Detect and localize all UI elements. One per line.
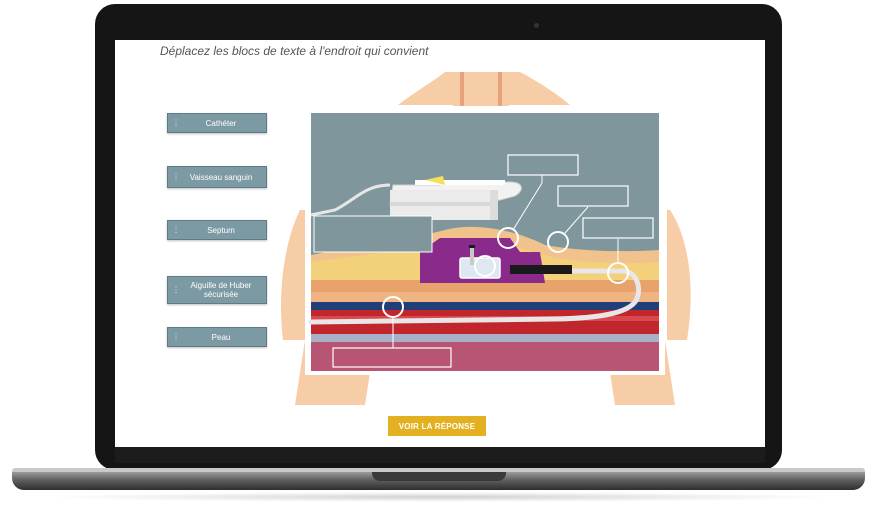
port-diagram [280,72,691,405]
drag-label-text: Cathéter [205,118,237,128]
reveal-answer-button[interactable]: VOIR LA RÉPONSE [388,416,486,436]
arm-left [280,210,305,340]
vertical-dots-icon: ⋮ [172,285,180,295]
app-screen: Déplacez les blocs de texte à l'endroit … [115,40,765,447]
drag-label-skin[interactable]: ⋮ Peau [167,327,267,347]
drag-label-text: Vaisseau sanguin [189,172,253,182]
shoulder-right [507,72,570,105]
drag-label-vessel[interactable]: ⋮ Vaisseau sanguin [167,166,267,188]
laptop-notch [372,472,506,481]
drag-label-needle[interactable]: ⋮ Aiguille de Huber sécurisée [167,276,267,304]
drag-label-text: Aiguille de Huber sécurisée [190,281,252,299]
camera-icon [534,23,539,28]
drag-label-catheter[interactable]: ⋮ Cathéter [167,113,267,133]
drag-label-text: Septum [207,225,235,235]
laptop-screen-bezel [115,447,765,463]
drop-zone-needle[interactable] [313,215,433,253]
vertical-dots-icon: ⋮ [172,118,180,128]
port-outlet [510,265,572,274]
vertical-dots-icon: ⋮ [172,172,180,182]
vertical-dots-icon: ⋮ [172,332,180,342]
laptop-shadow [40,492,840,502]
drag-label-text: Peau [211,332,231,342]
shoulder-left [398,72,455,105]
arm-right [667,210,691,340]
vertical-dots-icon: ⋮ [172,225,180,235]
drag-label-septum[interactable]: ⋮ Septum [167,220,267,240]
